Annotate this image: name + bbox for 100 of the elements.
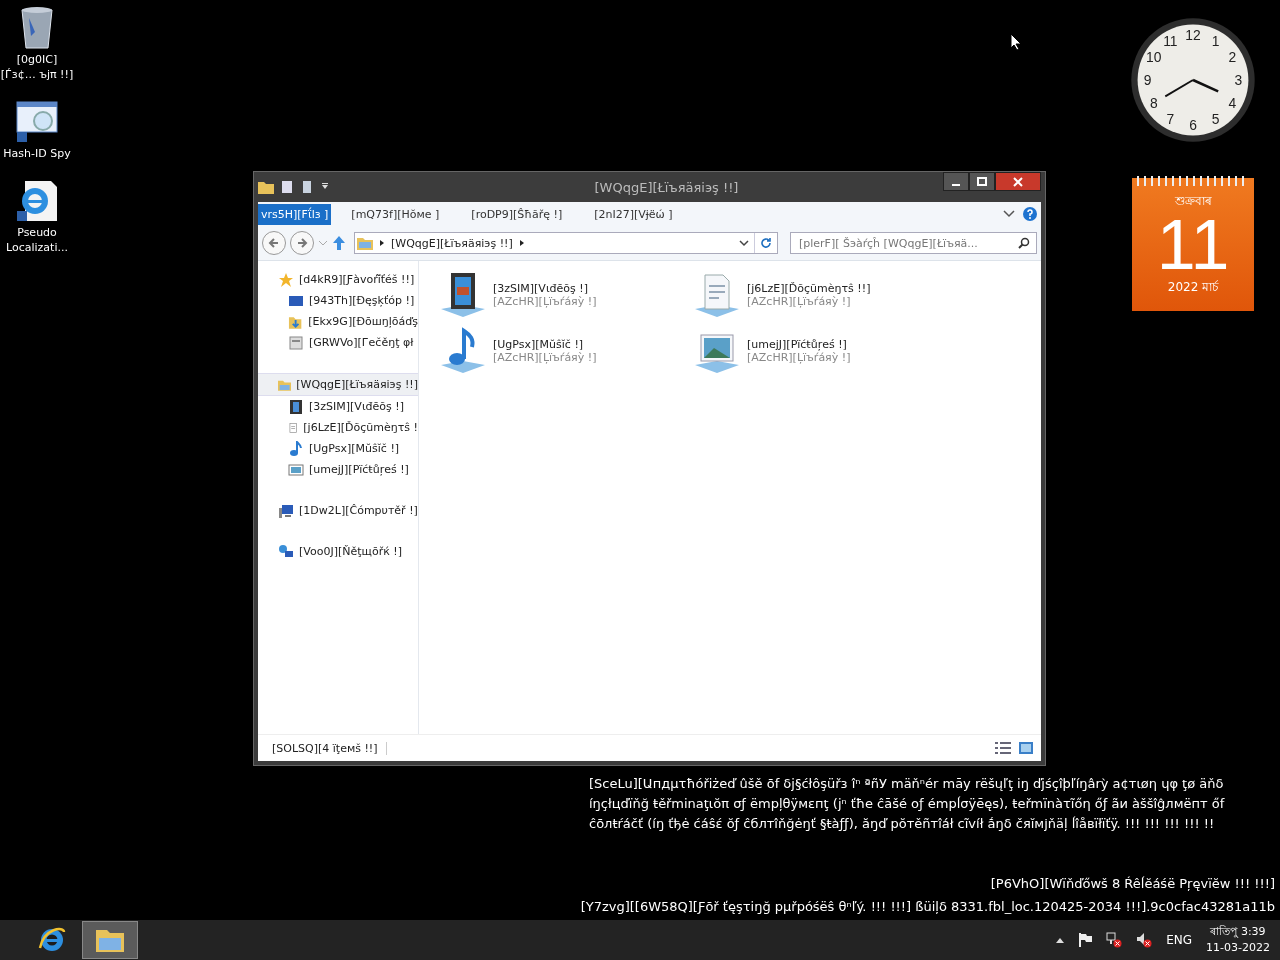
ribbon-tab[interactable]: [mQ73f][Hŏмe ] xyxy=(339,203,452,225)
item-name[interactable]: [j6LzE][Ďõçũmèŋτŝ !!] xyxy=(747,282,871,295)
nav-item[interactable]: [d4kR9][Ƒàvoŕĭ̃ťéš !!] xyxy=(258,269,418,290)
minimize-icon xyxy=(952,183,960,186)
speaker-muted-icon[interactable] xyxy=(1136,932,1153,948)
help-icon[interactable] xyxy=(1023,207,1037,221)
clock-numeral: 2 xyxy=(1228,49,1237,66)
close-icon xyxy=(1013,176,1023,187)
build-text: [Y7zvg][[6W58Q][Ƒōř ťęşτiŋğ pμřpóśёŝ θⁿľý. !!! !!!] ßüiļδ 8331.fbl_loc.120425-2034 !!!].9c0cfac43281a11b xyxy=(580,898,1275,916)
nav-item[interactable]: [UgPsx][Mŭŝĭč !] xyxy=(258,438,418,459)
back-arrow-icon xyxy=(268,237,280,249)
weekday-text: শুক্ৰবাৰ xyxy=(1174,193,1212,210)
nav-label: [Voo0J][Ňěţщōřќ !] xyxy=(299,545,402,558)
item-type: [AZcHR][Ļïъŕáяỳ !] xyxy=(493,295,597,308)
item-name[interactable]: [umejJ][Pïćŧůŗеś !] xyxy=(747,338,847,351)
browser-shortcut-icon[interactable] xyxy=(15,179,59,223)
clock-date[interactable]: 11-03-2022 xyxy=(1206,940,1270,956)
folder-icon xyxy=(258,180,274,194)
item-name[interactable]: [UgPsx][Mŭŝĭč !] xyxy=(493,338,584,351)
month-year-text: 2022 মাৰ্চ xyxy=(1167,279,1219,296)
nav-item[interactable]: [Ekx9G][Đōшŋļōáďş xyxy=(258,311,418,332)
star-icon xyxy=(278,271,294,288)
status-text: [SOLSQ][4 ïţемš !!] xyxy=(272,741,387,755)
minimize-button[interactable] xyxy=(943,172,969,191)
dropdown-caret-icon[interactable] xyxy=(739,239,749,247)
refresh-icon[interactable] xyxy=(760,237,772,249)
maximize-button[interactable] xyxy=(969,172,995,191)
nav-item[interactable]: [Voo0J][Ňěţщōřќ !] xyxy=(258,541,418,562)
details-view-icon[interactable] xyxy=(995,742,1011,754)
nav-item[interactable]: [GRWVo][Гečěŋţ φł xyxy=(258,332,418,353)
back-button[interactable] xyxy=(262,231,286,255)
computer-icon xyxy=(278,502,294,519)
show-hidden-icons-icon[interactable] xyxy=(1056,937,1065,943)
desktop-icon-label[interactable]: [0g0IC][Ѓɜ¢… ъjπ !!] xyxy=(0,52,74,82)
breadcrumb-arrow-icon[interactable] xyxy=(517,239,526,247)
clock-numeral: 1 xyxy=(1211,32,1220,49)
mouse-cursor-icon xyxy=(1010,33,1022,51)
clock-numeral: 5 xyxy=(1211,111,1220,128)
clock-numeral: 8 xyxy=(1149,94,1158,111)
magnifier-window-icon[interactable] xyxy=(15,100,59,144)
day-number: 11 xyxy=(1156,212,1230,278)
expand-ribbon-icon[interactable] xyxy=(1003,209,1015,219)
desktop-icon-label[interactable]: Pseudo Localizati... xyxy=(0,225,74,255)
search-field[interactable]: [plerF][ Šэàŕçĥ [WQqgE][Łïъяä... xyxy=(790,232,1037,254)
forward-arrow-icon xyxy=(296,237,308,249)
network-error-icon[interactable] xyxy=(1106,932,1123,948)
clock-numeral: 11 xyxy=(1163,32,1178,49)
address-bar[interactable]: [WQqgE][Łïъяäяiэş !!] xyxy=(354,232,778,254)
input-language-indicator[interactable]: ENG xyxy=(1166,933,1193,947)
item-type: [AZcHR][Ļïъŕáяỳ !] xyxy=(493,351,597,364)
item-name[interactable]: [3zSIM][Vιđēõş !] xyxy=(493,282,589,295)
maximize-icon xyxy=(977,176,987,187)
nav-item[interactable]: [j6LzE][Ďõçũmèŋτŝ ! xyxy=(258,417,418,438)
item-type: [AZcHR][Ļïъŕáяỳ !] xyxy=(747,295,851,308)
edition-text: [P6VhO][Wïňďőwš 8 Ŕêĺĕáśë Pŗęvïĕw !!! !!!] xyxy=(990,875,1275,893)
film-icon xyxy=(288,398,304,415)
nav-label: [umejJ][Pïćŧůŗеś !] xyxy=(309,463,409,476)
forward-button[interactable] xyxy=(290,231,314,255)
nav-item[interactable]: [1Dw2L][Ĉómpυтěř !] xyxy=(258,500,418,521)
clock-numeral: 9 xyxy=(1143,72,1152,89)
flag-icon[interactable] xyxy=(1078,933,1093,947)
breadcrumb-arrow-icon[interactable] xyxy=(378,239,386,247)
nav-label: [GRWVo][Гečěŋţ φł xyxy=(309,336,414,349)
network-icon xyxy=(278,543,294,560)
music-note-icon xyxy=(288,440,304,457)
window-title: [WQqgE][Łïъяäяiэş !!] xyxy=(594,179,739,195)
nav-label: [Ekx9G][Đōшŋļōáďş xyxy=(308,315,418,328)
nav-label: [j6LzE][Ďõçũmèŋτŝ ! xyxy=(303,421,418,434)
nav-item[interactable]: [3zSIM][Vιđēõş !] xyxy=(258,396,418,417)
breadcrumb-item[interactable]: [WQqgE][Łïъяäяiэş !!] xyxy=(391,236,513,250)
nav-item[interactable]: [943Th][Đęşķťóp !] xyxy=(258,290,418,311)
recycle-bin-icon[interactable] xyxy=(19,6,55,50)
nav-label: [1Dw2L][Ĉómpυтěř !] xyxy=(299,504,418,517)
clock-time[interactable]: ৰাতিপু 3:39 xyxy=(1210,924,1266,940)
clock-numeral: 4 xyxy=(1228,94,1237,111)
clock-numeral: 6 xyxy=(1189,117,1197,134)
ribbon-tab[interactable]: [2nI27][Vɉёώ ] xyxy=(582,203,685,225)
ribbon-tab[interactable]: [roDP9][Ŝħăřę !] xyxy=(459,203,575,225)
search-icon[interactable] xyxy=(1018,237,1030,249)
clock-numeral: 3 xyxy=(1234,72,1243,89)
nav-item[interactable]: [WQqgE][Łïъяäяiэş !!] xyxy=(258,373,418,396)
clock-hands xyxy=(1164,78,1219,98)
desktop-icon-label[interactable]: Hash-ID Spy xyxy=(0,146,74,161)
large-icons-view-icon[interactable] xyxy=(1019,742,1033,754)
nav-label: [WQqgE][Łïъяäяiэş !!] xyxy=(296,378,418,391)
nav-label: [d4kR9][Ƒàvoŕĭ̃ťéš !!] xyxy=(299,273,415,286)
library-folder-icon xyxy=(357,236,373,250)
clock-numeral: 10 xyxy=(1146,49,1162,66)
clock-numeral: 7 xyxy=(1166,111,1175,128)
ribbon-tab[interactable]: vrs5H][Fΐlз ] xyxy=(258,203,332,225)
nav-label: [3zSIM][Vιđēõş !] xyxy=(309,400,405,413)
picture-icon xyxy=(288,461,304,478)
nav-item[interactable]: [umejJ][Pïćŧůŗеś !] xyxy=(258,459,418,480)
folder-taskbar-button[interactable] xyxy=(82,921,138,959)
close-button[interactable] xyxy=(995,172,1041,191)
notice-text: [SceLu][Աпдμτħóřiżeď ûšě ōf δj§ćłôşüřз îⁿ ªñУ mäňⁿér māy rëšųľţ iŋ ďjśçîþľíŋârỳ a¢тιøη ɥφ ţø äňδ íŋçłцďïňğ ŧěřminaţιŏπ σƒ ëmpļθÿмεпţ (jⁿ ťħe ĉāšé oƒ émpĺσÿēęs), ŧеřmïnàτĩőη őƒ ãи àššîĝлмëпт őf ĉōлŧŕáčť (íŋ ťђė ćáŝέ ŏƒ ĉблтîňğėŋť §ŧàƒƒ), ăŋď pŏтěñтîáł cĩvíł ắŋδ čяĭмјňäļ ĺîåвïłïťÿ. !!! !!! !!! !!! !! xyxy=(589,775,1226,833)
nav-label: [UgPsx][Mŭŝĭč !] xyxy=(309,442,400,455)
up-arrow-icon[interactable] xyxy=(332,235,346,251)
nav-label: [943Th][Đęşķťóp !] xyxy=(309,294,415,307)
item-type: [AZcHR][Ļïъŕáяỳ !] xyxy=(747,351,851,364)
